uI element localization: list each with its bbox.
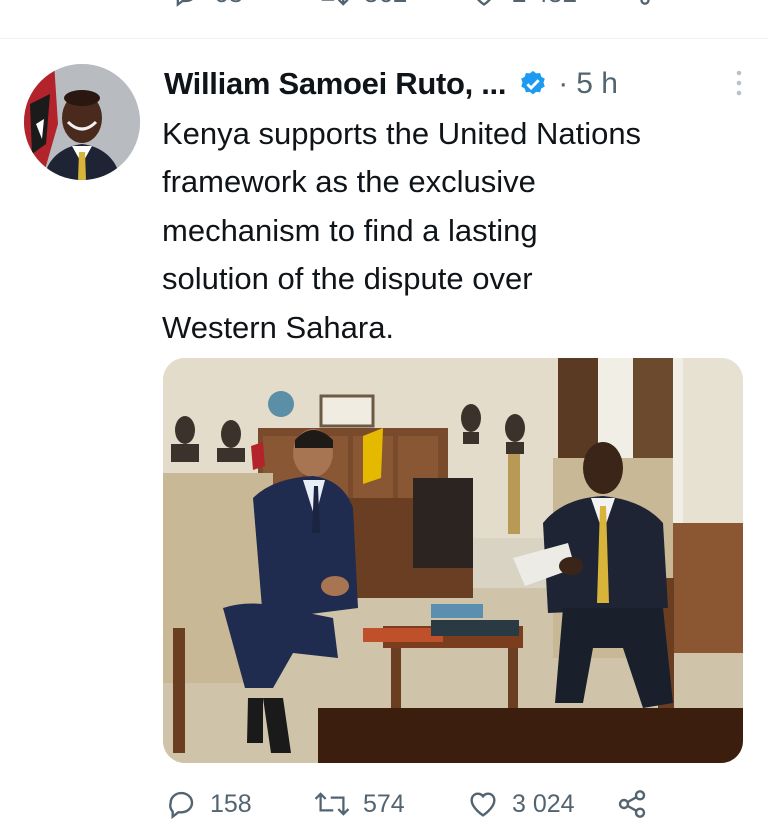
reply-count: 158 [210,789,252,818]
tweet-divider [0,38,768,39]
prev-retweet-count: 562 [364,0,407,9]
reply-icon [169,791,194,820]
tweet-time[interactable]: 5 h [576,67,618,101]
retweet-button[interactable]: 574 [313,788,405,820]
more-icon[interactable] [734,68,744,98]
author-name[interactable]: William Samoei Ruto, ... [164,66,506,102]
like-icon [477,0,491,6]
retweet-count: 574 [363,789,405,818]
prev-like-count: 2 452 [512,0,577,9]
tweet-header: William Samoei Ruto, ... · 5 h [164,62,744,106]
like-icon [470,792,496,817]
avatar[interactable] [24,64,140,180]
verified-badge-icon [521,70,545,95]
share-icon [618,790,646,818]
tweet-text: Kenya supports the United Nations framew… [162,116,642,345]
avatar-photo [24,64,140,180]
prev-like-button[interactable]: 2 452 [470,0,577,9]
reply-button[interactable]: 158 [166,788,252,820]
previous-tweet-actions: 63 562 2 452 [0,0,768,18]
share-icon [640,0,650,5]
header-separator: · [558,67,569,100]
prev-reply-button[interactable]: 63 [172,0,243,9]
prev-reply-count: 63 [214,0,243,9]
retweet-icon [321,0,349,6]
tweet-actions: 158 574 3 024 [0,770,768,840]
prev-share-button[interactable] [624,0,652,6]
share-button[interactable] [616,788,648,820]
photo-meeting-room [163,358,743,763]
tweet-photo[interactable] [163,358,743,763]
prev-retweet-button[interactable]: 562 [316,0,407,9]
reply-icon [176,0,192,7]
like-count: 3 024 [512,789,575,818]
retweet-icon [314,792,350,816]
like-button[interactable]: 3 024 [466,788,575,820]
